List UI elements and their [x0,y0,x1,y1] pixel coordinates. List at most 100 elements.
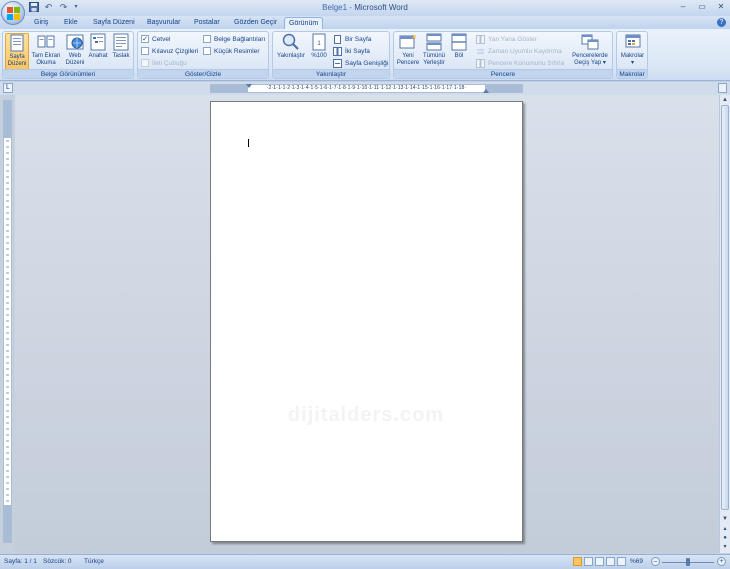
goster-gizle-label: Göster/Gizle [138,69,268,78]
reset-window-icon [476,59,485,68]
ruler-marks: ·2·1·1·1·2·1·3·1·4·1·5·1·6·1·7·1·8·1·9·1… [266,85,467,91]
makrolar-button[interactable]: Makrolar ▾ [618,33,647,67]
full-screen-view-icon[interactable] [584,557,593,566]
pencerelerde-gecis-yap-button[interactable]: Pencerelerde Geçiş Yap ▾ [570,33,610,67]
page-width-icon [333,59,342,68]
sync-scroll-icon [477,49,484,54]
pencere-konumunu-sifirla-button: Pencere Konumunu Sıfırla [476,59,564,68]
text-cursor [248,139,249,147]
macros-icon [625,34,640,48]
browse-object-icon[interactable]: ● [721,534,729,542]
full-screen-reading-icon [37,35,55,48]
vertical-scrollbar[interactable]: ▲ ▼ ▴ ● ▾ [719,95,730,553]
scrollbar-thumb[interactable] [721,105,729,510]
sayfa-duzeni-label-1: Sayfa [9,54,25,60]
yeni-pencere-button[interactable]: Yeni Pencere [395,33,421,67]
arrange-all-icon [426,33,442,51]
zoom-out-icon[interactable]: – [651,557,660,566]
kilavuz-cizgileri-checkbox[interactable]: Kılavuz Çizgileri [141,47,198,55]
tab-basvurular[interactable]: Başvurular [143,17,184,29]
app-name: Microsoft Word [354,3,408,12]
scroll-down-icon[interactable]: ▼ [721,515,729,523]
outline-view-icon[interactable] [606,557,615,566]
language-indicator[interactable]: Türkçe [84,558,104,565]
print-layout-icon [10,34,24,52]
watermark: dijitalders.com [287,404,445,426]
cetvel-checkbox[interactable]: ✓ Cetvel [141,35,170,43]
tab-postalar[interactable]: Postalar [190,17,224,29]
view-ruler-icon[interactable] [718,83,727,93]
close-icon[interactable]: ✕ [716,2,726,11]
sayfa-duzeni-label-2: Düzeni [7,61,27,67]
print-layout-view-icon[interactable] [573,557,582,566]
previous-page-icon[interactable]: ▴ [721,525,729,533]
taslak-label: Taslak [112,53,130,59]
sayfa-duzeni-button[interactable]: Sayfa Düzeni [5,33,29,70]
web-layout-view-icon[interactable] [595,557,604,566]
ruler-row: L ·2·1·1·1·2·1·3·1·4·1·5·1·6·1·7·1·8·1·9… [0,82,730,95]
zoom-slider-thumb[interactable] [686,558,690,566]
tab-gozden-gecir[interactable]: Gözden Geçir [230,17,281,29]
tam-ekran-okuma-button[interactable]: Tam Ekran Okuma [30,33,62,67]
checkbox-unchecked-icon [203,47,211,55]
tab-sayfa-duzeni[interactable]: Sayfa Düzeni [89,17,139,29]
indent-marker-icon[interactable] [246,84,252,88]
web-duzeni-button[interactable]: Web Düzeni [63,33,87,67]
word-count[interactable]: Sözcük: 0 [43,558,72,565]
zaman-uyumlu-label: Zaman Uyumlu Kaydırma [488,48,562,55]
taslak-button[interactable]: Taslak [110,33,132,60]
belge-gorunumleri-label: Belge Görünümleri [3,69,133,78]
vertical-ruler[interactable] [3,100,12,543]
sayfa-genisligi-button[interactable]: Sayfa Genişliği [333,59,388,68]
new-window-icon [399,34,417,49]
bir-sayfa-button[interactable]: Bir Sayfa [333,35,371,44]
belge-baglantilari-label: Belge Bağlantıları [214,35,266,43]
office-button[interactable] [1,1,25,25]
zoom-level[interactable]: %69 [630,558,643,565]
group-yakinlastir: Yakınlaştır 1 %100 Bir Sayfa İki Sayfa S… [272,31,390,79]
group-pencere: Yeni Pencere Tümünü Yerleştir Böl Yan Ya… [393,31,613,79]
scroll-up-icon[interactable]: ▲ [721,96,729,104]
tab-gorunum[interactable]: Görünüm [284,17,324,29]
checkbox-unchecked-icon [203,35,211,43]
right-indent-marker-icon[interactable] [483,89,489,93]
minimize-icon[interactable]: – [678,2,688,11]
kilavuz-label: Kılavuz Çizgileri [152,47,199,55]
anahat-button[interactable]: Anahat [87,33,109,60]
yakinlastir-button[interactable]: Yakınlaştır [275,33,307,60]
bol-button[interactable]: Böl [448,33,470,60]
iki-sayfa-button[interactable]: İki Sayfa [333,47,370,56]
yakinlastir-group-label: Yakınlaştır [273,69,389,78]
konum-sifirla-label: Pencere Konumunu Sıfırla [488,60,565,67]
bol-label: Böl [454,53,464,59]
two-pages-icon [333,47,342,56]
tab-giris[interactable]: Giriş [30,17,52,29]
draft-view-icon[interactable] [617,557,626,566]
page-count[interactable]: Sayfa: 1 / 1 [4,558,37,565]
window-title: Belge1 - Microsoft Word [0,3,730,12]
title-bar: ↶ ↷ ▾ Belge1 - Microsoft Word – ▭ ✕ [0,0,730,16]
zoom-100-button[interactable]: 1 %100 [308,33,330,60]
ileti-label: İleti Çubuğu [152,59,187,67]
next-page-icon[interactable]: ▾ [721,543,729,551]
help-icon[interactable]: ? [717,18,726,27]
kucuk-resimler-checkbox[interactable]: Küçük Resimler [203,47,260,55]
pencere-group-label: Pencere [394,69,612,78]
yakinlastir-label: Yakınlaştır [277,53,305,59]
tumunu-yerlestir-button[interactable]: Tümünü Yerleştir [421,33,447,67]
belge-baglantilari-checkbox[interactable]: Belge Bağlantıları [203,35,265,43]
vruler-ticks [6,140,9,502]
tab-ekle[interactable]: Ekle [60,17,82,29]
document-page[interactable]: dijitalders.com [210,101,523,542]
checkbox-checked-icon: ✓ [141,35,149,43]
chevron-down-icon: ▾ [630,60,634,66]
horizontal-ruler[interactable]: ·2·1·1·1·2·1·3·1·4·1·5·1·6·1·7·1·8·1·9·1… [210,84,523,93]
tab-selector-icon[interactable]: L [3,83,13,93]
checkbox-disabled-icon [141,59,149,67]
switch-windows-icon [581,34,599,50]
sayfa-genisligi-label: Sayfa Genişliği [345,60,389,67]
yeni-pencere-label-1: Yeni [402,53,414,59]
maximize-icon[interactable]: ▭ [697,2,707,11]
document-area[interactable]: dijitalders.com [15,95,719,553]
zoom-in-icon[interactable]: + [717,557,726,566]
